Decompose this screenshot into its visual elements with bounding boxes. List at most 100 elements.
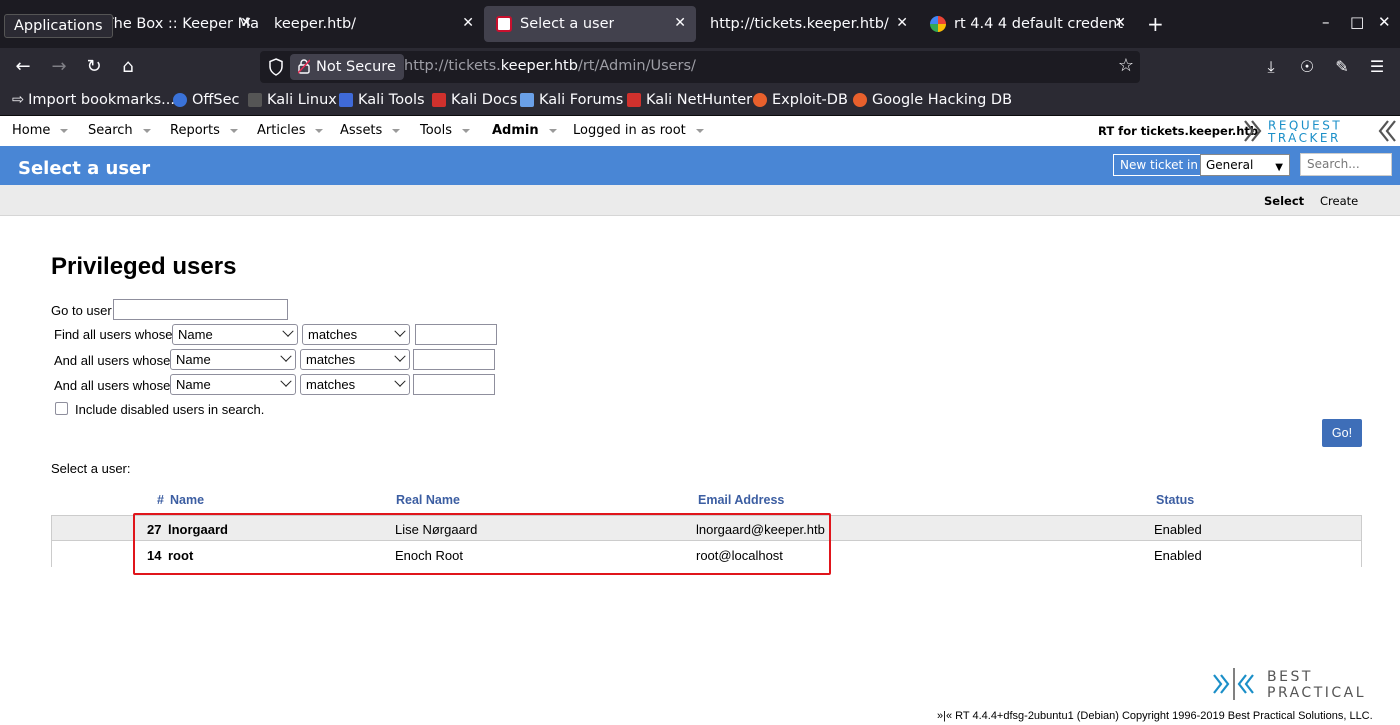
bookmark-label: OffSec	[192, 92, 240, 108]
tab-select-a-user[interactable]: Select a user ✕	[484, 6, 696, 42]
bookmark-google-hacking-db[interactable]: Google Hacking DB	[853, 92, 1012, 108]
tab-keeper-htb[interactable]: keeper.htb/ ✕	[262, 0, 484, 48]
column-header-name[interactable]: Name	[170, 493, 204, 507]
value-input-3[interactable]	[413, 374, 495, 395]
extensions-icon[interactable]: ✎	[1331, 57, 1353, 76]
field-select-1[interactable]: Name	[172, 324, 298, 345]
bookmark-kali-forums[interactable]: Kali Forums	[520, 92, 623, 108]
close-tab-icon[interactable]: ✕	[674, 15, 686, 31]
menu-search[interactable]: Search	[88, 123, 151, 138]
bookmark-kali-tools[interactable]: Kali Tools	[339, 92, 425, 108]
tab-title: keeper.htb/	[274, 16, 357, 32]
not-secure-badge[interactable]: Not Secure	[290, 54, 404, 80]
close-window-button[interactable]: ✕	[1378, 13, 1391, 31]
user-real-name: Enoch Root	[395, 548, 463, 563]
menu-label: Search	[88, 123, 133, 138]
tab-tickets-keeper[interactable]: http://tickets.keeper.htb/ ✕	[698, 0, 918, 48]
reload-icon[interactable]: ↻	[82, 56, 106, 77]
user-name-link[interactable]: lnorgaard	[168, 522, 228, 537]
table-row[interactable]: 14 root Enoch Root root@localhost Enable…	[52, 542, 1361, 567]
request-tracker-logo[interactable]: REQUEST TRACKER	[1243, 118, 1398, 144]
menu-articles[interactable]: Articles	[257, 123, 324, 138]
minimize-button[interactable]: –	[1322, 13, 1330, 31]
new-ticket-button[interactable]: New ticket in	[1113, 154, 1205, 176]
page-subtabs: Select Create	[0, 185, 1400, 216]
tab-title: rt 4.4 4 default credentials	[954, 16, 1124, 32]
bookmark-kali-linux[interactable]: Kali Linux	[248, 92, 337, 108]
queue-select[interactable]: General ▼	[1200, 154, 1290, 176]
tab-rt-credentials[interactable]: rt 4.4 4 default credentials ✕	[918, 0, 1136, 48]
table-row[interactable]: 27 lnorgaard Lise Nørgaard lnorgaard@kee…	[52, 516, 1361, 541]
home-icon[interactable]: ⌂	[116, 56, 140, 77]
download-icon[interactable]: ⤓	[1260, 57, 1282, 77]
quick-search-input[interactable]: Search...	[1300, 153, 1392, 176]
user-name-link[interactable]: root	[168, 548, 193, 563]
close-tab-icon[interactable]: ✕	[462, 15, 474, 31]
kali-dragon-icon	[248, 93, 262, 107]
subtab-create[interactable]: Create	[1320, 194, 1358, 208]
subtab-select[interactable]: Select	[1264, 194, 1304, 208]
field-select-2[interactable]: Name	[170, 349, 296, 370]
bookmarks-toolbar: ⇨ Import bookmarks... OffSec Kali Linux K…	[0, 86, 1400, 116]
bookmark-offsec[interactable]: OffSec	[173, 92, 240, 108]
chevron-down-icon	[142, 128, 151, 133]
logo-best: BEST	[1267, 669, 1313, 685]
menu-tools[interactable]: Tools	[420, 123, 471, 138]
column-header-email[interactable]: Email Address	[698, 493, 784, 507]
chevron-down-icon	[695, 128, 704, 133]
menu-label: Home	[12, 123, 51, 138]
menu-label: Admin	[492, 123, 539, 138]
user-id[interactable]: 27	[147, 522, 161, 537]
include-disabled-checkbox[interactable]	[55, 402, 68, 415]
column-header-real-name[interactable]: Real Name	[396, 493, 460, 507]
menu-icon[interactable]: ☰	[1366, 57, 1388, 76]
back-icon[interactable]: ←	[11, 56, 35, 77]
best-practical-logo[interactable]: BEST PRACTICAL	[1212, 666, 1392, 702]
select-value: matches	[306, 377, 356, 392]
field-select-3[interactable]: Name	[170, 374, 296, 395]
menu-label: Logged in as root	[573, 123, 686, 138]
operator-select-1[interactable]: matches	[302, 324, 410, 345]
menu-admin[interactable]: Admin	[492, 123, 557, 138]
user-id[interactable]: 14	[147, 548, 161, 563]
menu-home[interactable]: Home	[12, 123, 69, 138]
go-to-user-input[interactable]	[113, 299, 288, 320]
account-icon[interactable]: ☉	[1296, 57, 1318, 76]
new-tab-button[interactable]: +	[1147, 12, 1164, 36]
column-header-id[interactable]: #	[157, 493, 164, 507]
column-header-status[interactable]: Status	[1156, 493, 1194, 507]
close-tab-icon[interactable]: ✕	[1114, 15, 1126, 31]
bookmark-kali-nethunter[interactable]: Kali NetHunter	[627, 92, 752, 108]
close-tab-icon[interactable]: ✕	[240, 15, 252, 31]
operator-select-2[interactable]: matches	[300, 349, 410, 370]
url-text[interactable]: http://tickets.keeper.htb/rt/Admin/Users…	[404, 58, 696, 74]
forward-icon[interactable]: →	[47, 56, 71, 77]
page-header-bar: Select a user New ticket in General ▼ Sea…	[0, 146, 1400, 185]
url-bar[interactable]: Not Secure http://tickets.keeper.htb/rt/…	[260, 51, 1140, 83]
chevron-down-icon	[282, 325, 294, 337]
bookmark-exploit-db[interactable]: Exploit-DB	[753, 92, 848, 108]
chevron-down-icon	[462, 128, 471, 133]
value-input-2[interactable]	[413, 349, 495, 370]
menu-label: Assets	[340, 123, 383, 138]
user-status: Enabled	[1154, 548, 1202, 563]
star-icon[interactable]: ☆	[1118, 55, 1134, 76]
value-input-1[interactable]	[415, 324, 497, 345]
shield-icon[interactable]	[268, 58, 284, 76]
queue-value: General	[1206, 158, 1254, 172]
menu-assets[interactable]: Assets	[340, 123, 401, 138]
menu-logged-in[interactable]: Logged in as root	[573, 123, 704, 138]
maximize-button[interactable]: □	[1350, 13, 1364, 31]
go-button[interactable]: Go!	[1322, 419, 1362, 447]
menu-label: Tools	[420, 123, 453, 138]
chevron-down-icon	[229, 128, 238, 133]
user-email: root@localhost	[696, 548, 783, 563]
bookmark-label: Kali Tools	[358, 92, 425, 108]
menu-label: Reports	[170, 123, 220, 138]
menu-reports[interactable]: Reports	[170, 123, 238, 138]
bookmark-kali-docs[interactable]: Kali Docs	[432, 92, 517, 108]
operator-select-3[interactable]: matches	[300, 374, 410, 395]
bookmark-import[interactable]: ⇨ Import bookmarks...	[12, 92, 175, 108]
tab-title: http://tickets.keeper.htb/	[710, 16, 889, 32]
close-tab-icon[interactable]: ✕	[896, 15, 908, 31]
